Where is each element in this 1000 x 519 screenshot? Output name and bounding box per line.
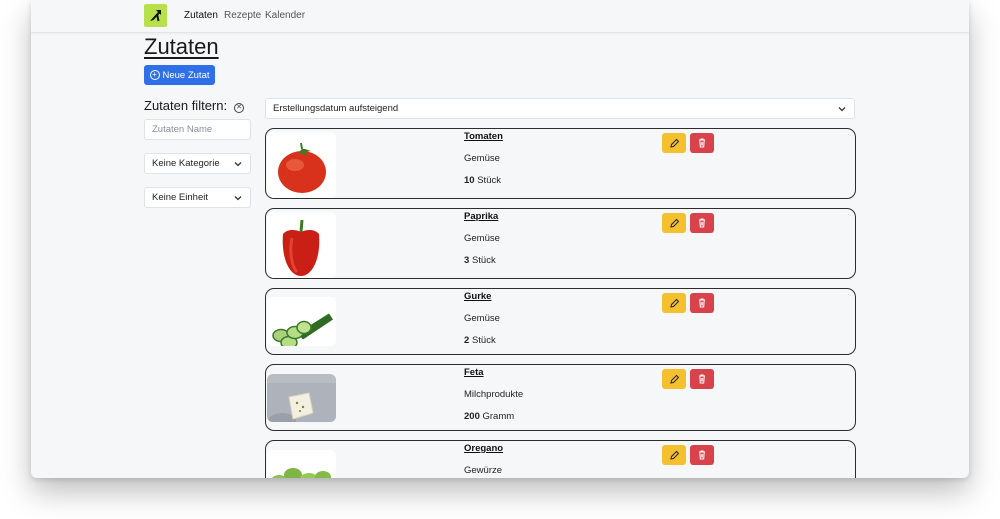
edit-button[interactable] bbox=[662, 133, 686, 153]
category-select[interactable]: Keine Kategorie bbox=[144, 153, 251, 174]
filter-title: Zutaten filtern: bbox=[144, 98, 228, 113]
unit-select-value: Keine Einheit bbox=[152, 192, 208, 203]
ingredient-card: Feta Milchprodukte 200 Gramm bbox=[265, 364, 856, 431]
ingredient-quantity: 2 Stück bbox=[464, 335, 496, 346]
delete-button[interactable] bbox=[690, 369, 714, 389]
unit-select[interactable]: Keine Einheit bbox=[144, 187, 251, 208]
pencil-icon bbox=[670, 218, 680, 228]
ingredient-name[interactable]: Gurke bbox=[464, 291, 491, 302]
trash-icon bbox=[699, 374, 705, 384]
edit-button[interactable] bbox=[662, 213, 686, 233]
ingredient-card: Oregano Gewürze bbox=[265, 440, 856, 478]
ingredient-card: Tomaten Gemüse 10 Stück bbox=[265, 128, 856, 199]
trash-icon bbox=[699, 138, 705, 148]
ingredient-name[interactable]: Oregano bbox=[464, 443, 503, 454]
delete-button[interactable] bbox=[690, 445, 714, 465]
trash-icon bbox=[699, 218, 705, 228]
pencil-icon bbox=[670, 374, 680, 384]
delete-button[interactable] bbox=[690, 213, 714, 233]
paprika-image bbox=[267, 212, 336, 278]
ingredient-category: Gemüse bbox=[464, 313, 500, 324]
page-title: Zutaten bbox=[144, 34, 219, 59]
ingredient-name[interactable]: Feta bbox=[464, 367, 484, 378]
edit-button[interactable] bbox=[662, 445, 686, 465]
ingredient-quantity: 200 Gramm bbox=[464, 411, 514, 422]
delete-button[interactable] bbox=[690, 293, 714, 313]
trash-icon bbox=[699, 450, 705, 460]
ingredient-name[interactable]: Tomaten bbox=[464, 131, 503, 142]
pencil-icon bbox=[670, 138, 680, 148]
app-window: Zutaten Rezepte Kalender Zutaten + Neue … bbox=[31, 0, 969, 478]
ingredient-unit: Stück bbox=[471, 255, 496, 266]
ingredient-unit: Stück bbox=[477, 175, 501, 186]
ingredient-card: Paprika Gemüse 3 Stück bbox=[265, 208, 856, 279]
pencil-icon bbox=[670, 450, 680, 460]
feta-image bbox=[267, 374, 336, 422]
ingredient-unit: Gramm bbox=[482, 411, 515, 422]
ingredient-category: Milchprodukte bbox=[464, 389, 524, 400]
clear-filter-icon[interactable]: ✕ bbox=[234, 103, 244, 113]
ingredient-quantity: 10 Stück bbox=[464, 175, 501, 186]
sort-select-value: Erstellungsdatum aufsteigend bbox=[273, 103, 399, 114]
ingredient-category: Gewürze bbox=[464, 465, 503, 476]
edit-button[interactable] bbox=[662, 369, 686, 389]
ingredient-unit: Stück bbox=[471, 335, 496, 346]
delete-button[interactable] bbox=[690, 133, 714, 153]
name-filter-placeholder: Zutaten Name bbox=[152, 124, 213, 135]
ingredient-category: Gemüse bbox=[464, 153, 500, 164]
ingredient-name[interactable]: Paprika bbox=[464, 211, 498, 222]
nav-link-kalender[interactable]: Kalender bbox=[265, 10, 305, 21]
plus-circle-icon: + bbox=[149, 70, 160, 80]
ingredient-amount: 10 bbox=[464, 175, 475, 186]
sort-select[interactable]: Erstellungsdatum aufsteigend bbox=[265, 98, 855, 119]
pencil-icon bbox=[670, 298, 680, 308]
nav-link-rezepte[interactable]: Rezepte bbox=[224, 10, 261, 21]
chevron-down-icon bbox=[838, 107, 846, 112]
ingredient-quantity: 3 Stück bbox=[464, 255, 496, 266]
ingredient-amount: 3 bbox=[464, 255, 470, 266]
chevron-down-icon bbox=[234, 162, 242, 167]
tomato-image bbox=[267, 132, 336, 198]
nav-link-zutaten[interactable]: Zutaten bbox=[184, 10, 218, 21]
ingredient-category: Gemüse bbox=[464, 233, 500, 244]
new-ingredient-label: Neue Zutat bbox=[162, 69, 210, 81]
trash-icon bbox=[699, 298, 705, 308]
oregano-image bbox=[267, 450, 336, 478]
ingredient-amount: 200 bbox=[464, 411, 480, 422]
chevron-down-icon bbox=[234, 196, 242, 201]
ingredient-card: Gurke Gemüse 2 Stück bbox=[265, 288, 856, 355]
ingredient-amount: 2 bbox=[464, 335, 470, 346]
edit-button[interactable] bbox=[662, 293, 686, 313]
new-ingredient-button[interactable]: + Neue Zutat bbox=[144, 65, 215, 85]
app-logo[interactable] bbox=[144, 4, 167, 27]
category-select-value: Keine Kategorie bbox=[152, 158, 220, 169]
cucumber-image bbox=[267, 297, 336, 346]
navbar: Zutaten Rezepte Kalender bbox=[31, 0, 969, 33]
name-filter-input[interactable]: Zutaten Name bbox=[144, 119, 251, 140]
